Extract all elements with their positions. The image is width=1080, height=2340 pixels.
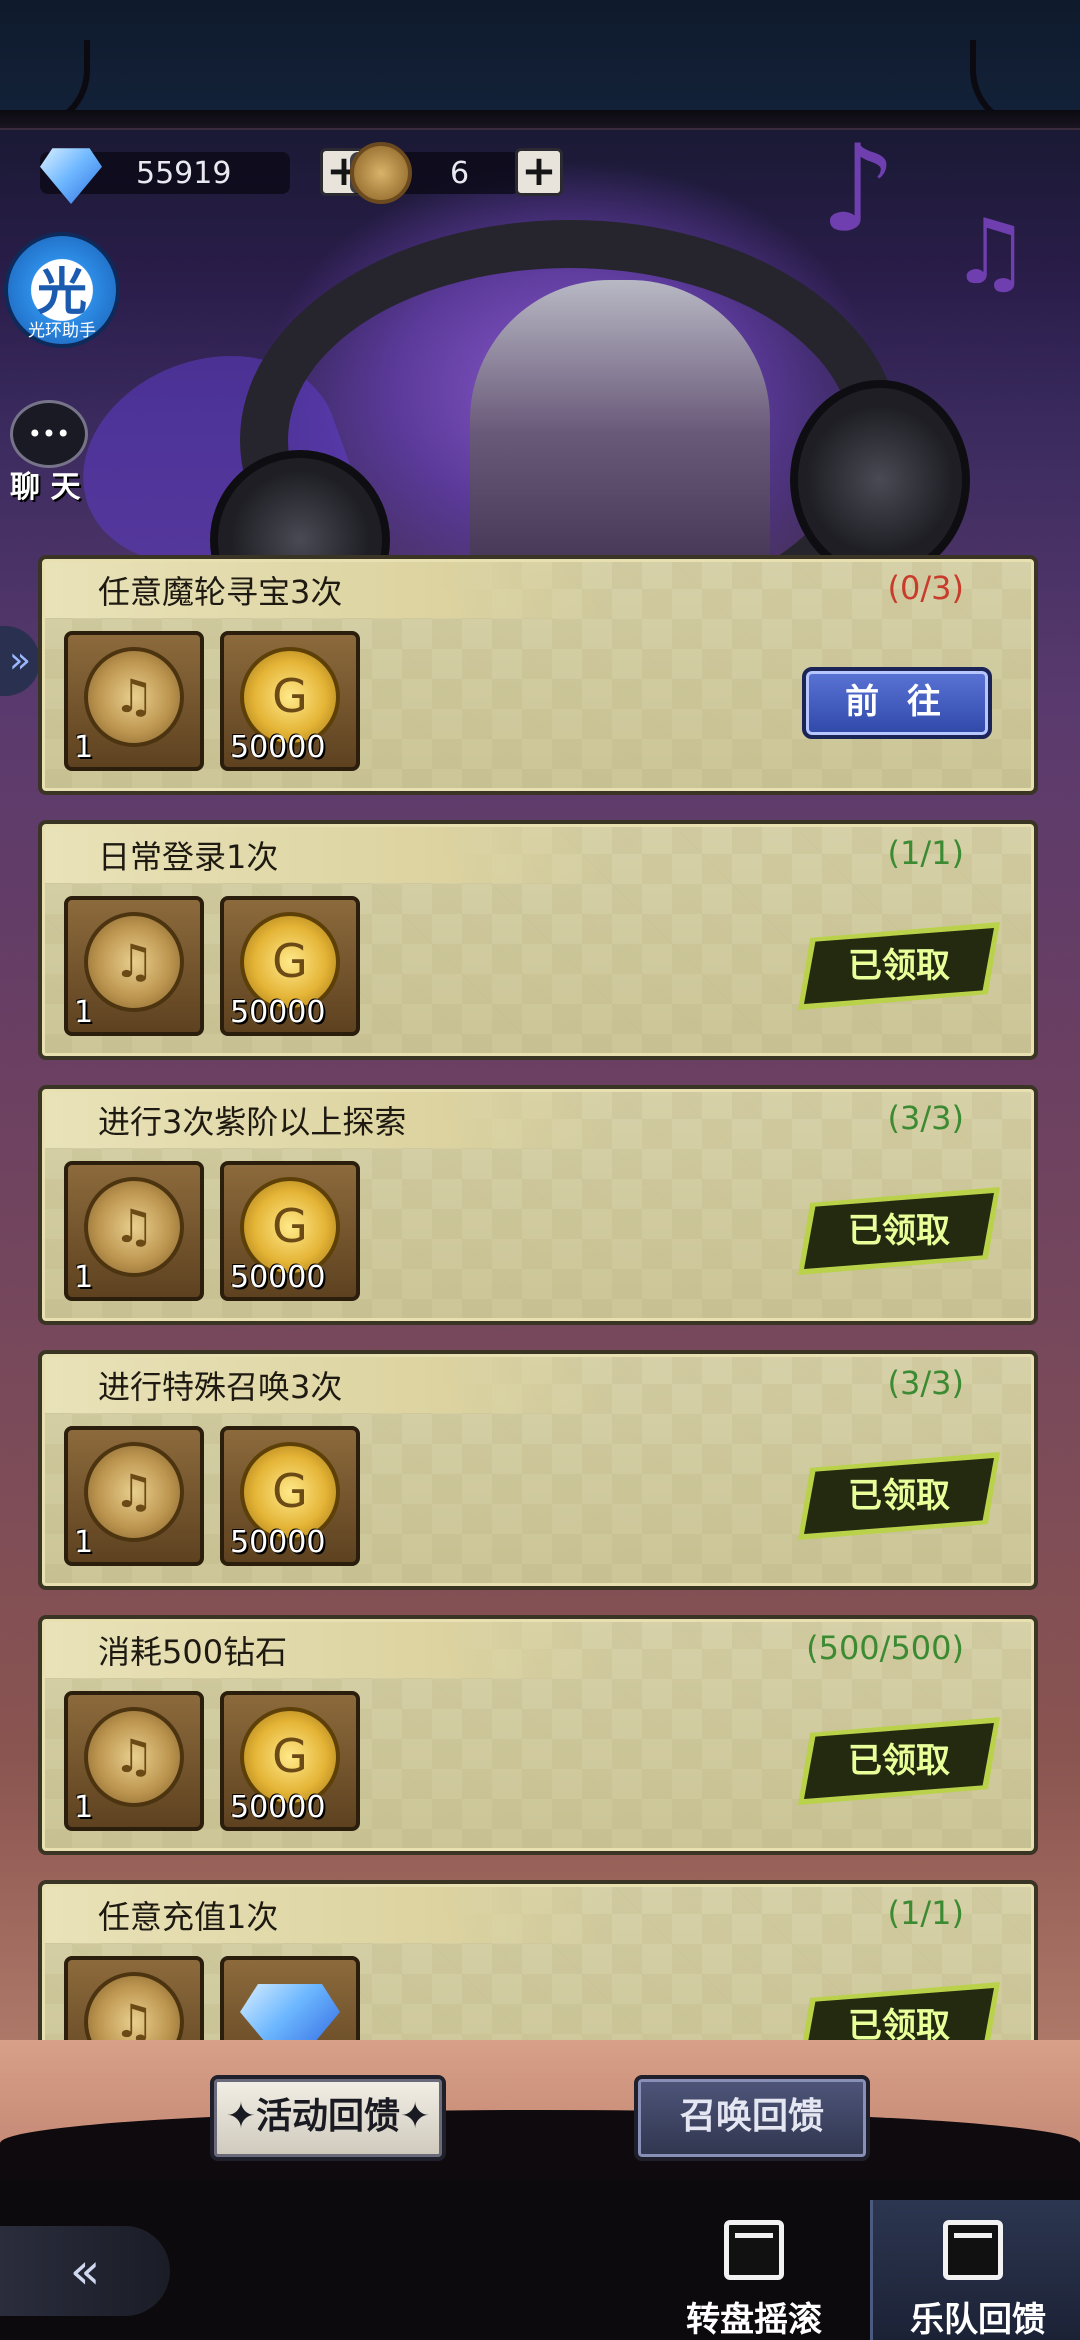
reward-qty: 1: [74, 730, 94, 765]
task-progress: (3/3): [887, 1099, 964, 1137]
calendar-icon: [943, 2220, 1003, 2280]
reward-qty: 1: [74, 995, 94, 1030]
reward-item[interactable]: ♫: [64, 1956, 204, 2040]
add-guitar-coin-button[interactable]: +: [515, 148, 563, 196]
guitar-coin-counter: 6 +: [350, 142, 570, 204]
bottom-frame: [0, 2110, 1080, 2180]
task-title: 进行特殊召唤3次: [98, 1368, 343, 1406]
task-progress: (3/3): [887, 1364, 964, 1402]
task-progress: (1/1): [887, 834, 964, 872]
reward-item[interactable]: ♫ 1: [64, 896, 204, 1036]
nav-tab-label: 转盘摇滚: [686, 2300, 822, 2340]
reward-item[interactable]: G 50000: [220, 1161, 360, 1301]
task-title: 日常登录1次: [98, 838, 279, 876]
chat-bubble-icon: •••: [10, 400, 88, 468]
assistant-button[interactable]: 光 光环助手: [4, 232, 120, 348]
chat-label: 聊 天: [10, 470, 81, 505]
task-progress: (1/1): [887, 1894, 964, 1932]
task-title: 任意充值1次: [98, 1898, 279, 1936]
task-card: 进行特殊召唤3次 (3/3) ♫ 1 G 50000 已领取: [38, 1350, 1038, 1590]
reward-qty: 50000: [230, 1790, 326, 1825]
reward-item[interactable]: ♫ 1: [64, 1161, 204, 1301]
reward-qty: 50000: [230, 1525, 326, 1560]
reward-item[interactable]: [220, 1956, 360, 2040]
reward-item[interactable]: G 50000: [220, 631, 360, 771]
reward-qty: 1: [74, 1525, 94, 1560]
claimed-badge: 已领取: [804, 1988, 994, 2040]
task-card: 任意魔轮寻宝3次 (0/3) ♫ 1 G 50000 前 往: [38, 555, 1038, 795]
task-progress: (500/500): [806, 1629, 964, 1667]
guitar-coin-icon: ♫: [84, 1177, 184, 1277]
reward-qty: 50000: [230, 1260, 326, 1295]
reward-item[interactable]: G 50000: [220, 896, 360, 1036]
guitar-coin-icon: ♫: [84, 1442, 184, 1542]
diamond-icon: [240, 1984, 340, 2040]
task-card: 消耗500钻石 (500/500) ♫ 1 G 50000 已领取: [38, 1615, 1038, 1855]
task-card: 任意充值1次 (1/1) ♫ 已领取: [38, 1880, 1038, 2040]
guitar-coin-icon: [350, 142, 412, 204]
task-card: 进行3次紫阶以上探索 (3/3) ♫ 1 G 50000 已领取: [38, 1085, 1038, 1325]
top-bar: [0, 0, 1080, 125]
reward-qty: 50000: [230, 995, 326, 1030]
go-button[interactable]: 前 往: [802, 667, 992, 739]
assistant-glyph: 光: [37, 263, 87, 321]
task-title: 任意魔轮寻宝3次: [98, 573, 343, 611]
tab-activity-feedback[interactable]: ✦活动回馈✦: [210, 2075, 446, 2161]
back-arrow-icon: «: [69, 2242, 101, 2300]
task-title: 消耗500钻石: [98, 1633, 288, 1671]
music-note-icon: ♪: [820, 120, 897, 259]
diamond-counter: 55919 +: [40, 148, 370, 204]
tab-summon-feedback[interactable]: 召唤回馈: [634, 2075, 870, 2161]
music-note-icon: ♫: [950, 200, 1031, 305]
reward-qty: 1: [74, 1790, 94, 1825]
reward-qty: 50000: [230, 730, 326, 765]
guitar-coin-icon: ♫: [84, 1707, 184, 1807]
reward-qty: 1: [74, 1260, 94, 1295]
reward-item[interactable]: ♫ 1: [64, 1691, 204, 1831]
hero-speaker-right: [790, 380, 970, 580]
back-button[interactable]: «: [0, 2226, 170, 2316]
calendar-icon: [724, 2220, 784, 2280]
reward-item[interactable]: ♫ 1: [64, 1426, 204, 1566]
chat-button[interactable]: ••• 聊 天: [10, 400, 94, 505]
top-frame: [0, 110, 1080, 130]
task-card: 日常登录1次 (1/1) ♫ 1 G 50000 已领取: [38, 820, 1038, 1060]
nav-tab-label: 乐队回馈: [910, 2300, 1046, 2340]
assistant-label: 光环助手: [28, 321, 96, 341]
task-progress: (0/3): [887, 569, 964, 607]
reward-item[interactable]: G 50000: [220, 1426, 360, 1566]
task-list[interactable]: 任意魔轮寻宝3次 (0/3) ♫ 1 G 50000 前 往 日常登录1次 (1…: [38, 555, 1038, 2040]
guitar-coin-icon: ♫: [84, 647, 184, 747]
tab-turntable-rock[interactable]: 转盘摇滚: [654, 2200, 854, 2340]
guitar-coin-icon: ♫: [84, 912, 184, 1012]
guitar-coin-icon: ♫: [84, 1972, 184, 2040]
reward-item[interactable]: G 50000: [220, 1691, 360, 1831]
reward-item[interactable]: ♫ 1: [64, 631, 204, 771]
task-title: 进行3次紫阶以上探索: [98, 1103, 407, 1141]
tab-band-feedback[interactable]: 乐队回馈: [870, 2200, 1080, 2340]
